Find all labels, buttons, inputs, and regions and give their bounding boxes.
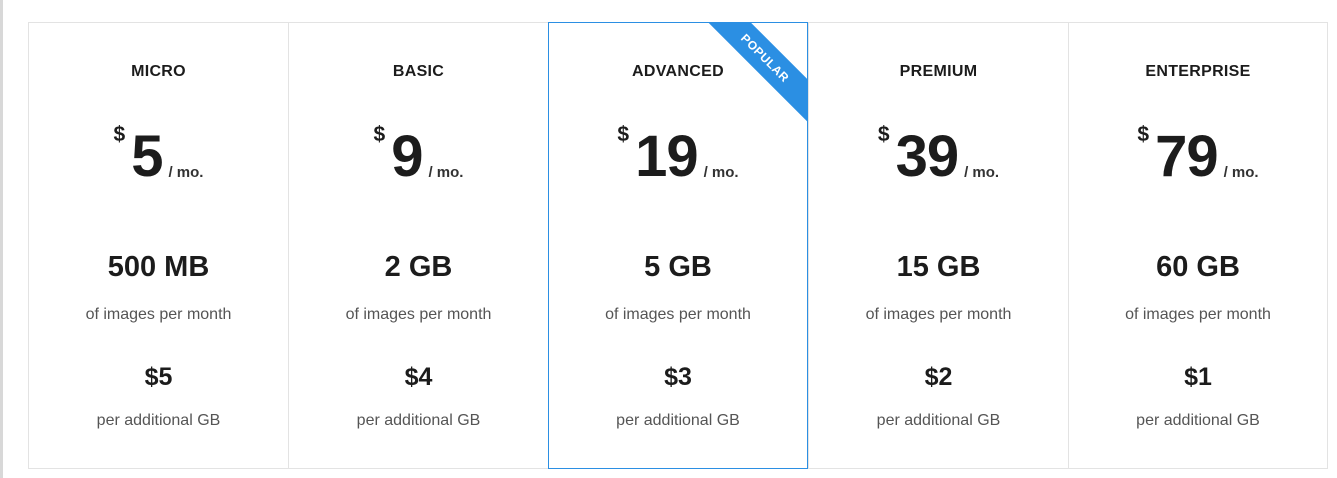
price-amount: 5: [131, 124, 163, 189]
price-currency: $: [877, 123, 890, 146]
plan-card-advanced[interactable]: POPULAR ADVANCED $ 19 / mo. 5 GB of imag…: [548, 22, 808, 469]
plan-quota: 60 GB: [1156, 251, 1240, 283]
plan-quota-description: of images per month: [605, 306, 751, 323]
plan-price: $ 39 / mo.: [809, 121, 1068, 193]
plan-extra-description: per additional GB: [876, 412, 1001, 429]
price-currency: $: [373, 123, 386, 146]
price-amount: 39: [895, 124, 960, 189]
price-currency: $: [113, 123, 126, 146]
plan-quota: 2 GB: [384, 251, 453, 283]
price-period: / mo.: [703, 164, 739, 181]
plan-name: ENTERPRISE: [1145, 63, 1251, 80]
plan-quota-description: of images per month: [865, 306, 1012, 323]
plan-extra-description: per additional GB: [356, 412, 481, 429]
plan-card-basic[interactable]: BASIC $ 9 / mo. 2 GB of images per month…: [288, 23, 548, 469]
plan-extra-price: $4: [404, 363, 433, 391]
plan-quota-description: of images per month: [85, 306, 232, 323]
plan-price: $ 9 / mo.: [289, 121, 548, 193]
price-period: / mo.: [1223, 164, 1259, 181]
plan-extra-price: $3: [664, 363, 692, 391]
price-period: / mo.: [168, 164, 204, 181]
plan-card-premium[interactable]: PREMIUM $ 39 / mo. 15 GB of images per m…: [808, 23, 1068, 469]
plan-price: $ 79 / mo.: [1069, 121, 1327, 193]
pricing-page: MICRO $ 5 / mo. 500 MB of images per mon…: [0, 0, 1337, 478]
plan-quota: 5 GB: [644, 251, 712, 283]
pricing-table: MICRO $ 5 / mo. 500 MB of images per mon…: [28, 22, 1328, 469]
price-amount: 79: [1155, 124, 1219, 189]
plan-quota-description: of images per month: [1125, 306, 1271, 323]
plan-name: MICRO: [131, 63, 186, 80]
plan-extra-price: $5: [144, 363, 173, 391]
plan-extra-price: $1: [1184, 363, 1212, 391]
plan-quota-description: of images per month: [345, 306, 492, 323]
price-amount: 9: [391, 124, 423, 189]
price-currency: $: [617, 123, 630, 146]
plan-price: $ 5 / mo.: [29, 121, 288, 193]
plan-card-enterprise[interactable]: ENTERPRISE $ 79 / mo. 60 GB of images pe…: [1068, 23, 1328, 469]
price-period: / mo.: [428, 164, 464, 181]
price-period: / mo.: [964, 164, 1000, 181]
plan-extra-description: per additional GB: [616, 412, 740, 429]
plan-card-micro[interactable]: MICRO $ 5 / mo. 500 MB of images per mon…: [28, 23, 288, 469]
plan-price: $ 19 / mo.: [549, 121, 807, 193]
plan-name: BASIC: [392, 63, 445, 80]
price-currency: $: [1137, 123, 1150, 146]
plan-extra-description: per additional GB: [1136, 412, 1260, 429]
plan-name: ADVANCED: [632, 63, 724, 80]
plan-extra-description: per additional GB: [96, 412, 221, 429]
plan-quota: 500 MB: [107, 251, 210, 283]
plan-quota: 15 GB: [896, 251, 981, 283]
plan-extra-price: $2: [924, 363, 953, 391]
left-divider: [0, 0, 3, 478]
plan-name: PREMIUM: [899, 63, 978, 80]
price-amount: 19: [635, 124, 699, 189]
